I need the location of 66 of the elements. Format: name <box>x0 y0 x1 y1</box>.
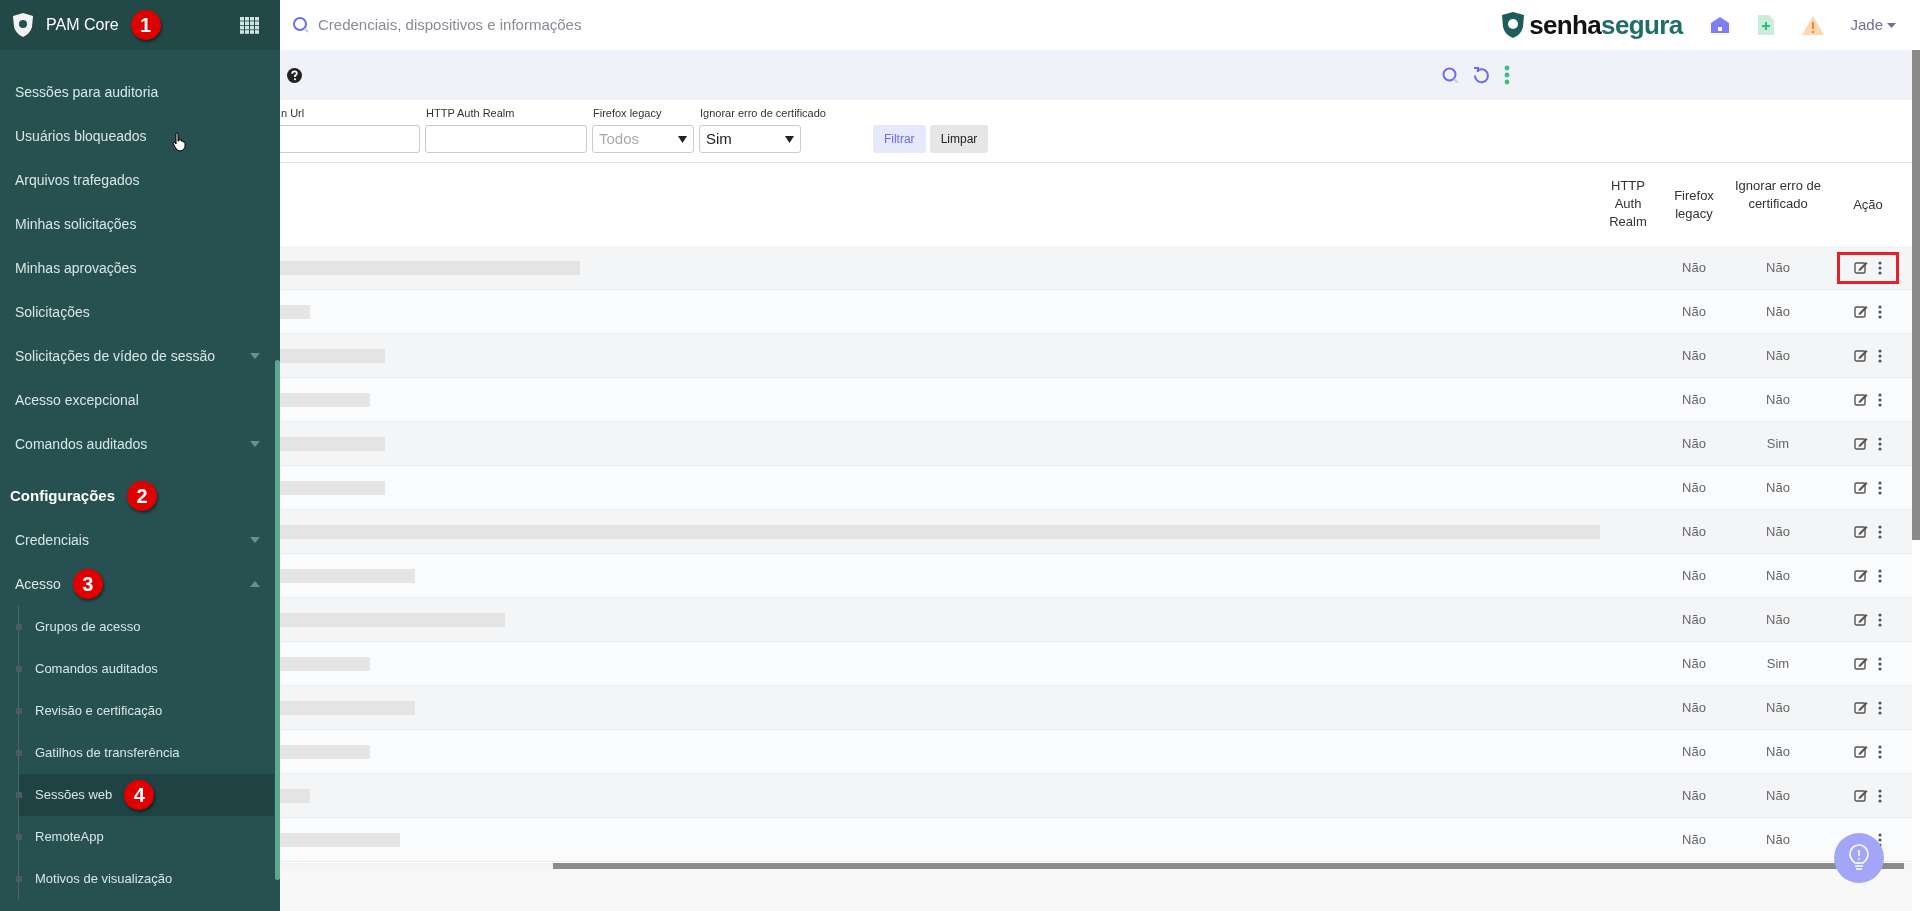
column-header: Ação <box>1853 196 1883 214</box>
table-cell-text: Não <box>1682 830 1706 849</box>
submenu-item[interactable]: Revisão e certificação <box>19 690 274 732</box>
submenu-item[interactable]: RemoteApp <box>19 816 274 858</box>
clear-button[interactable]: Limpar <box>929 125 989 153</box>
table-cell-text: Não <box>1682 258 1706 277</box>
sidebar-item[interactable]: Acesso excepcional <box>0 378 274 422</box>
table-cell-text: Não <box>1766 258 1790 277</box>
filter-select[interactable]: Sim <box>699 125 801 153</box>
sidebar-item[interactable]: Minhas solicitações <box>0 202 274 246</box>
sidebar-item[interactable]: Usuários bloqueados <box>0 114 274 158</box>
sidebar-item[interactable]: Solicitações <box>0 290 274 334</box>
table-cell-text: Não <box>1682 698 1706 717</box>
column-header: HTTP Auth Realm <box>1608 177 1648 231</box>
search-field[interactable]: Credenciais, dispositivos e informações <box>318 13 818 37</box>
table-cell-text: Não <box>1766 478 1790 497</box>
table-cell-text: Não <box>1766 390 1790 409</box>
step-marker: 2 <box>127 481 157 511</box>
sidebar-item[interactable]: Sessões para auditoria <box>0 70 274 114</box>
table-cell-text: Sim <box>1766 434 1790 453</box>
submenu-item[interactable]: Comandos auditados <box>19 648 274 690</box>
table-cell-text: Sim <box>1766 654 1790 673</box>
user-menu[interactable]: Jade <box>1850 13 1896 37</box>
table-cell-text: Não <box>1682 522 1706 541</box>
column-header: Firefox legacy <box>1673 187 1715 223</box>
table-cell-text: Não <box>1766 830 1790 849</box>
table-cell-text: Não <box>1766 698 1790 717</box>
filter-button[interactable]: Filtrar <box>872 125 926 153</box>
table-cell-text: Não <box>1682 302 1706 321</box>
submenu-item[interactable]: Sessões web 4 <box>19 774 274 816</box>
submenu-item[interactable]: Grupos de acesso <box>19 606 274 648</box>
table-cell-text: Não <box>1682 346 1706 365</box>
app-title: PAM Core <box>46 15 119 35</box>
table-cell-text: Não <box>1682 566 1706 585</box>
table-cell-text: Não <box>1766 522 1790 541</box>
sidebar-item[interactable]: Solicitações de vídeo de sessão <box>0 334 274 378</box>
table-cell-text: Não <box>1766 742 1790 761</box>
step-marker: 4 <box>124 780 155 810</box>
submenu-item[interactable]: Gatilhos de transferência <box>19 732 274 774</box>
table-cell-text: Não <box>1682 742 1706 761</box>
table-cell-text: Não <box>1766 346 1790 365</box>
sidebar-item[interactable]: Arquivos trafegados <box>0 158 274 202</box>
table-cell-text: Não <box>1682 390 1706 409</box>
filter-label: Ignorar erro de certificado <box>699 105 826 121</box>
filter-label: HTTP Auth Realm <box>425 105 516 121</box>
table-cell-text: Não <box>1766 302 1790 321</box>
step-marker: 3 <box>72 569 103 599</box>
table-cell-text: Não <box>1682 610 1706 629</box>
brand-name: senhasegura <box>1529 8 1683 42</box>
table-cell-text: Não <box>1682 654 1706 673</box>
column-header: Ignorar erro de certificado <box>1734 177 1822 213</box>
table-cell-text: Não <box>1766 610 1790 629</box>
table-cell-text: Não <box>1682 786 1706 805</box>
table-cell-text: Não <box>1682 478 1706 497</box>
sidebar-item[interactable]: Comandos auditados <box>0 422 274 466</box>
table-cell-text: Não <box>1766 566 1790 585</box>
sidebar-item[interactable]: Acesso 3 <box>0 562 274 606</box>
submenu-item[interactable]: Motivos de visualização <box>19 858 274 900</box>
sidebar-item[interactable]: Minhas aprovações <box>0 246 274 290</box>
filter-label: Firefox legacy <box>592 105 663 121</box>
table-cell-text: Não <box>1766 786 1790 805</box>
section-title: Configurações <box>10 485 115 506</box>
filter-label: n Url <box>280 105 306 121</box>
step-marker: 1 <box>130 10 161 40</box>
table-cell-text: Não <box>1682 434 1706 453</box>
sidebar-item[interactable]: Credenciais <box>0 518 274 562</box>
